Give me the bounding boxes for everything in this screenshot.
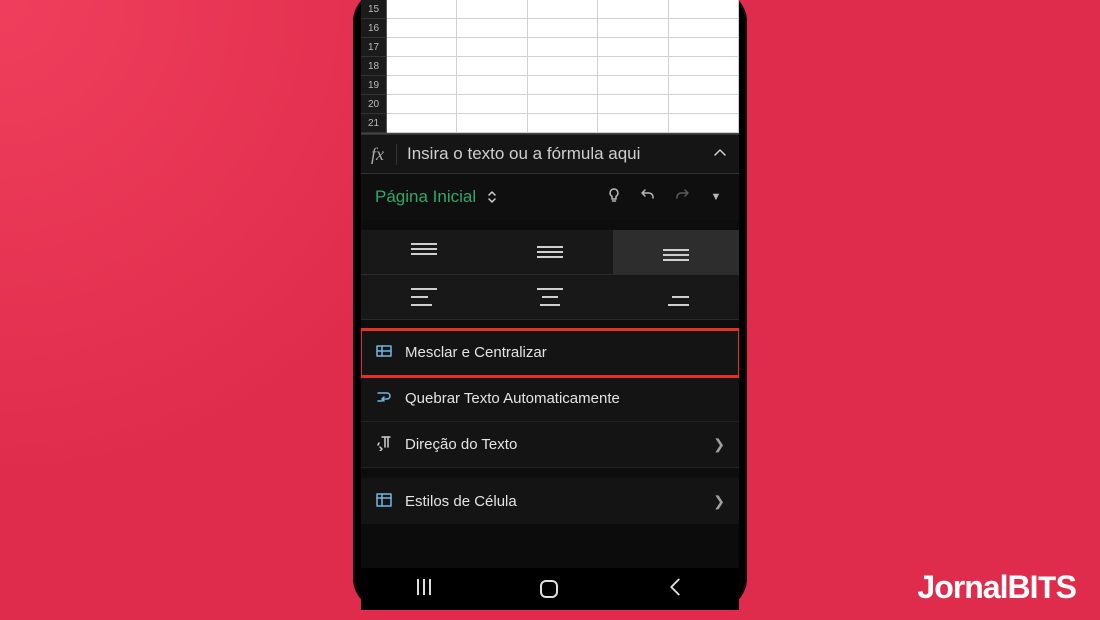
direction-icon xyxy=(375,435,393,454)
align-middle-button[interactable] xyxy=(487,230,613,274)
tab-switch-icon[interactable] xyxy=(484,189,500,206)
sheet-row[interactable]: 17 xyxy=(361,38,739,57)
formula-input[interactable]: Insira o texto ou a fórmula aqui xyxy=(407,144,711,164)
cell[interactable] xyxy=(528,76,598,95)
cell[interactable] xyxy=(387,57,457,76)
watermark-logo: JornalBITS xyxy=(917,569,1076,608)
align-left-button[interactable] xyxy=(361,275,487,319)
sheet-row[interactable]: 18 xyxy=(361,57,739,76)
cell[interactable] xyxy=(457,114,527,133)
cell[interactable] xyxy=(387,95,457,114)
ribbon-tab[interactable]: Página Inicial xyxy=(375,187,476,207)
merge-icon xyxy=(375,343,393,362)
row-header[interactable]: 18 xyxy=(361,57,387,76)
cell[interactable] xyxy=(457,38,527,57)
sheet-row[interactable]: 15 xyxy=(361,0,739,19)
android-navbar xyxy=(361,568,739,610)
sheet-row[interactable]: 16 xyxy=(361,19,739,38)
cell[interactable] xyxy=(669,95,739,114)
cell[interactable] xyxy=(598,19,668,38)
align-top-button[interactable] xyxy=(361,230,487,274)
cell[interactable] xyxy=(528,57,598,76)
sheet-row[interactable]: 19 xyxy=(361,76,739,95)
horizontal-align-row xyxy=(361,275,739,320)
cell[interactable] xyxy=(598,76,668,95)
redo-icon[interactable] xyxy=(665,187,699,208)
cell[interactable] xyxy=(387,114,457,133)
lightbulb-icon[interactable] xyxy=(597,187,631,208)
cell[interactable] xyxy=(528,0,598,19)
vertical-align-row xyxy=(361,230,739,275)
nav-back-button[interactable] xyxy=(665,577,685,602)
cell[interactable] xyxy=(528,19,598,38)
row-header[interactable]: 17 xyxy=(361,38,387,57)
styles-label: Estilos de Célula xyxy=(405,493,517,510)
cell[interactable] xyxy=(598,95,668,114)
cell[interactable] xyxy=(457,95,527,114)
direction-label: Direção do Texto xyxy=(405,436,517,453)
fx-icon: fx xyxy=(371,144,397,165)
nav-recent-button[interactable] xyxy=(415,579,433,600)
cell[interactable] xyxy=(528,95,598,114)
formula-bar[interactable]: fx Insira o texto ou a fórmula aqui xyxy=(361,134,739,174)
wrap-icon xyxy=(375,389,393,408)
cell[interactable] xyxy=(387,76,457,95)
chevron-right-icon: ❯ xyxy=(713,493,725,510)
cell[interactable] xyxy=(528,38,598,57)
phone-frame: 15161718192021 fx Insira o texto ou a fó… xyxy=(353,0,747,610)
screen: 15161718192021 fx Insira o texto ou a fó… xyxy=(361,0,739,610)
cell[interactable] xyxy=(669,0,739,19)
cell[interactable] xyxy=(387,0,457,19)
cell[interactable] xyxy=(387,19,457,38)
merge-label: Mesclar e Centralizar xyxy=(405,344,547,361)
chevron-right-icon: ❯ xyxy=(713,436,725,453)
row-header[interactable]: 19 xyxy=(361,76,387,95)
wrap-label: Quebrar Texto Automaticamente xyxy=(405,390,620,407)
cell[interactable] xyxy=(669,114,739,133)
spreadsheet-grid[interactable]: 15161718192021 xyxy=(361,0,739,134)
align-bottom-button[interactable] xyxy=(613,230,739,274)
chevron-up-icon[interactable] xyxy=(711,144,729,165)
cell[interactable] xyxy=(387,38,457,57)
cell[interactable] xyxy=(669,76,739,95)
cell[interactable] xyxy=(457,0,527,19)
cell[interactable] xyxy=(457,57,527,76)
cell[interactable] xyxy=(457,19,527,38)
cell[interactable] xyxy=(528,114,598,133)
styles-icon xyxy=(375,492,393,511)
cell[interactable] xyxy=(598,0,668,19)
sheet-row[interactable]: 21 xyxy=(361,114,739,133)
merge-center-button[interactable]: Mesclar e Centralizar xyxy=(361,330,739,376)
row-header[interactable]: 21 xyxy=(361,114,387,133)
sheet-row[interactable]: 20 xyxy=(361,95,739,114)
text-direction-button[interactable]: Direção do Texto ❯ xyxy=(361,422,739,468)
cell[interactable] xyxy=(669,57,739,76)
more-icon[interactable]: ▼ xyxy=(699,191,733,203)
undo-icon[interactable] xyxy=(631,187,665,208)
nav-home-button[interactable] xyxy=(540,580,558,598)
wrap-text-button[interactable]: Quebrar Texto Automaticamente xyxy=(361,376,739,422)
cell[interactable] xyxy=(598,57,668,76)
align-center-button[interactable] xyxy=(487,275,613,319)
cell-styles-button[interactable]: Estilos de Célula ❯ xyxy=(361,478,739,524)
cell[interactable] xyxy=(669,38,739,57)
cell[interactable] xyxy=(669,19,739,38)
row-header[interactable]: 16 xyxy=(361,19,387,38)
ribbon-header: Página Inicial ▼ xyxy=(361,174,739,220)
cell[interactable] xyxy=(598,114,668,133)
cell[interactable] xyxy=(598,38,668,57)
row-header[interactable]: 20 xyxy=(361,95,387,114)
align-right-button[interactable] xyxy=(613,275,739,319)
row-header[interactable]: 15 xyxy=(361,0,387,19)
cell[interactable] xyxy=(457,76,527,95)
